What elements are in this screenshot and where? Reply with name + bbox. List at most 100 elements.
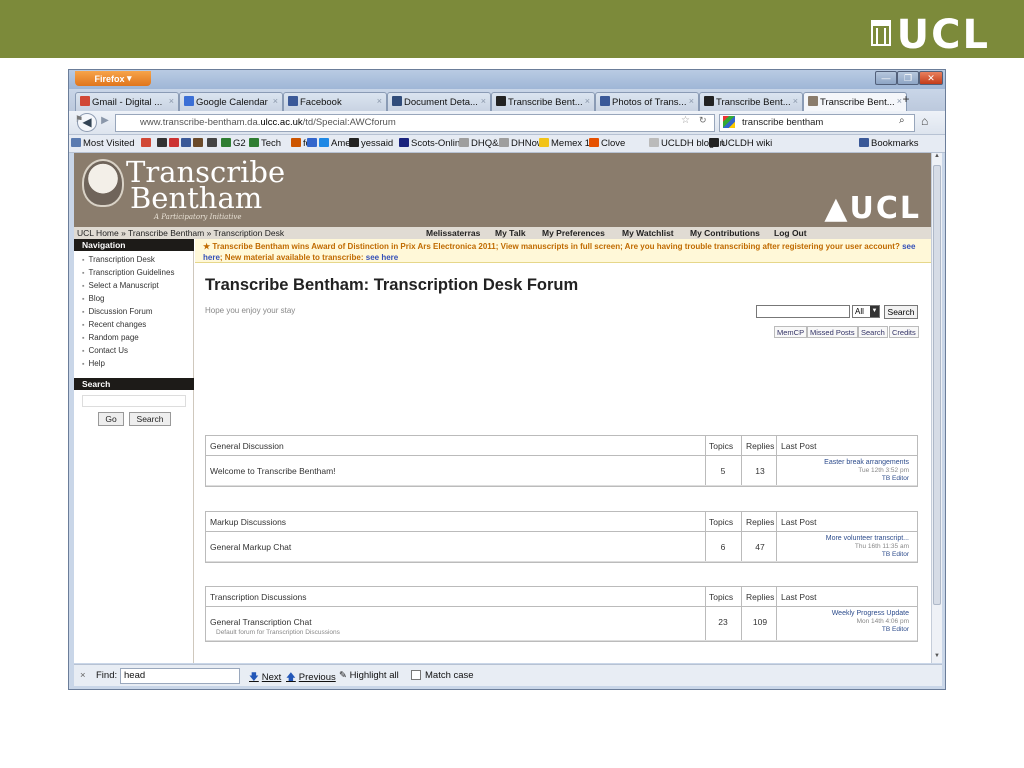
sidebar-item-transcription-guidelines[interactable]: Transcription Guidelines <box>82 268 174 277</box>
tab-close-icon[interactable]: × <box>377 96 382 106</box>
tab-1[interactable]: Google Calendar × <box>179 92 283 111</box>
tab-close-icon[interactable]: × <box>169 96 174 106</box>
credits-link[interactable]: Credits <box>889 326 919 338</box>
bookmark-item[interactable]: Clove <box>589 138 625 149</box>
find-previous-button[interactable]: 🡅 Previous <box>286 670 336 686</box>
tab-2[interactable]: Facebook × <box>283 92 387 111</box>
forum-link[interactable]: General Transcription Chat <box>210 617 312 627</box>
tab-4[interactable]: Transcribe Bent... × <box>491 92 595 111</box>
forward-button[interactable]: ▶ <box>98 115 112 129</box>
new-tab-button[interactable]: + <box>899 92 913 110</box>
user-link-username[interactable]: Melissaterras <box>426 228 480 238</box>
site-identity-icon[interactable]: ⚑ <box>75 114 83 125</box>
category-name[interactable]: Markup Discussions <box>210 517 286 527</box>
search-bar-input[interactable]: transcribe bentham <box>719 114 915 132</box>
bookmark-item[interactable] <box>193 138 205 149</box>
tab-close-icon[interactable]: × <box>585 96 590 106</box>
vertical-scrollbar[interactable]: ▲ ▼ <box>931 153 942 663</box>
bookmark-item[interactable]: Most Visited <box>71 138 135 149</box>
scroll-down-icon[interactable]: ▼ <box>932 653 942 663</box>
tab-close-icon[interactable]: × <box>689 96 694 106</box>
breadcrumb[interactable]: UCL Home » Transcribe Bentham » Transcri… <box>77 228 284 238</box>
sidebar-item-select-manuscript[interactable]: Select a Manuscript <box>82 281 158 290</box>
tab-close-icon[interactable]: × <box>273 96 278 106</box>
last-post-title-link[interactable]: Easter break arrangements <box>824 459 909 466</box>
tab-close-icon[interactable]: × <box>793 96 798 106</box>
last-post-author-link[interactable]: TB Editor <box>882 551 909 558</box>
bookmark-item[interactable]: UCLDH wiki <box>709 138 772 149</box>
user-link-my-preferences[interactable]: My Preferences <box>542 228 605 238</box>
site-ucl-logo[interactable]: ▲UCL <box>824 191 921 226</box>
notice-award-text[interactable]: ★ Transcribe Bentham wins Award of Disti… <box>203 242 496 251</box>
bookmark-item[interactable]: G2 <box>221 138 246 149</box>
sidebar-search-button[interactable]: Search <box>129 412 171 426</box>
match-case-checkbox[interactable] <box>411 670 421 680</box>
sidebar-search-input[interactable] <box>82 395 186 407</box>
bookmark-item[interactable]: DHNow <box>499 138 544 149</box>
close-window-button[interactable]: ✕ <box>919 71 943 85</box>
sidebar-item-contact-us[interactable]: Contact Us <box>82 346 128 355</box>
bookmark-item[interactable]: Bookmarks <box>859 138 919 149</box>
scroll-up-icon[interactable]: ▲ <box>932 153 942 163</box>
bookmark-item[interactable]: DHQ&A <box>459 138 505 149</box>
sidebar-item-discussion-forum[interactable]: Discussion Forum <box>82 307 152 316</box>
bookmark-item[interactable] <box>157 138 169 149</box>
category-name[interactable]: Transcription Discussions <box>210 592 307 602</box>
last-post-author-link[interactable]: TB Editor <box>882 475 909 482</box>
tab-0[interactable]: Gmail - Digital ... × <box>75 92 179 111</box>
notice-see-here-link-2[interactable]: see here <box>366 253 398 262</box>
home-icon[interactable]: ⌂ <box>921 114 928 128</box>
bookmark-item[interactable] <box>141 138 153 149</box>
memcp-link[interactable]: MemCP <box>774 326 808 338</box>
last-post-author-link[interactable]: TB Editor <box>882 626 909 633</box>
find-input[interactable]: head <box>120 668 240 684</box>
sidebar-item-help[interactable]: Help <box>82 359 104 368</box>
forum-link[interactable]: Welcome to Transcribe Bentham! <box>210 466 336 476</box>
find-close-icon[interactable]: × <box>80 670 86 681</box>
tab-5[interactable]: Photos of Trans... × <box>595 92 699 111</box>
firefox-menu-button[interactable]: Firefox ▾ <box>75 71 151 86</box>
scrollbar-thumb[interactable] <box>933 165 941 605</box>
maximize-button[interactable]: ❐ <box>897 71 919 85</box>
topics-count: 5 <box>720 466 726 476</box>
user-link-my-watchlist[interactable]: My Watchlist <box>622 228 674 238</box>
url-bar[interactable]: www.transcribe-bentham.da.ulcc.ac.uk/td/… <box>115 114 715 132</box>
reload-icon[interactable]: ↻ <box>699 115 707 126</box>
tab-6[interactable]: Transcribe Bent... × <box>699 92 803 111</box>
forum-search-link[interactable]: Search <box>858 326 888 338</box>
bookmark-item[interactable]: Scots-Online <box>399 138 465 149</box>
tab-close-icon[interactable]: × <box>481 96 486 106</box>
last-post-title-link[interactable]: More volunteer transcript... <box>826 535 909 542</box>
user-link-my-talk[interactable]: My Talk <box>495 228 526 238</box>
forum-search-button[interactable]: Search <box>884 305 918 319</box>
bookmark-item[interactable] <box>207 138 219 149</box>
user-link-log-out[interactable]: Log Out <box>774 228 807 238</box>
site-title-line2[interactable]: Bentham <box>130 181 262 215</box>
sidebar-item-recent-changes[interactable]: Recent changes <box>82 320 146 329</box>
last-post-title-link[interactable]: Weekly Progress Update <box>832 610 909 617</box>
magnifier-icon[interactable]: ⌕ <box>899 115 905 126</box>
sidebar-item-transcription-desk[interactable]: Transcription Desk <box>82 255 154 264</box>
search-engine-icon[interactable] <box>723 116 735 128</box>
tab-3[interactable]: Document Deta... × <box>387 92 491 111</box>
bookmark-item[interactable] <box>181 138 193 149</box>
bookmark-item[interactable]: Tech <box>249 138 281 149</box>
chevron-down-icon[interactable]: ▼ <box>870 306 879 317</box>
missed-posts-link[interactable]: Missed Posts <box>807 326 858 338</box>
sidebar-item-random-page[interactable]: Random page <box>82 333 138 342</box>
bookmark-item[interactable] <box>169 138 181 149</box>
go-button[interactable]: Go <box>98 412 124 426</box>
bookmark-star-icon[interactable]: ☆ <box>681 115 690 126</box>
sidebar-item-blog[interactable]: Blog <box>82 294 104 303</box>
bookmark-item[interactable]: yessaid <box>349 138 393 149</box>
minimize-button[interactable]: — <box>875 71 897 85</box>
category-name[interactable]: General Discussion <box>210 441 284 451</box>
forum-search-input[interactable] <box>756 305 850 318</box>
user-link-my-contributions[interactable]: My Contributions <box>690 228 760 238</box>
highlight-all-button[interactable]: ✎ Highlight all <box>339 670 399 681</box>
tab-7[interactable]: Transcribe Bent... × <box>803 92 907 111</box>
find-next-button[interactable]: 🡇 Next <box>249 670 281 686</box>
forum-link[interactable]: General Markup Chat <box>210 542 291 552</box>
bookmark-item[interactable] <box>307 138 319 149</box>
notice-fullscreen-text[interactable]: ; View manuscripts in full screen <box>496 242 620 251</box>
